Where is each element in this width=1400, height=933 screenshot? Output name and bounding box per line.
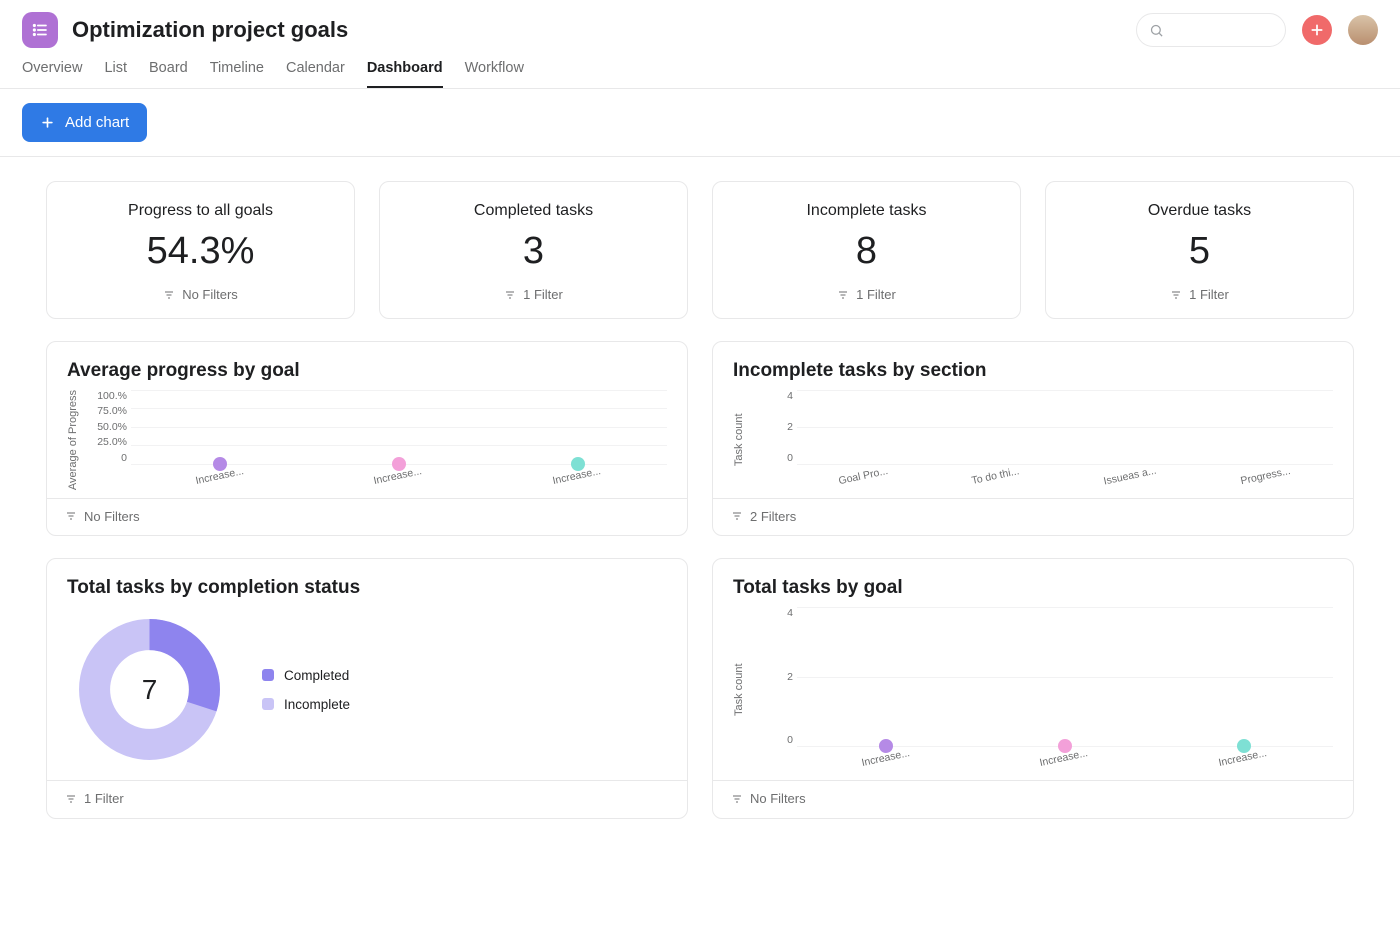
tab-list[interactable]: List — [104, 60, 127, 88]
chart-card-tasks-by-goal[interactable]: Total tasks by goal Task count 420Increa… — [712, 558, 1354, 819]
legend-label: Completed — [284, 668, 349, 683]
chart-legend: Completed Incomplete — [262, 668, 350, 712]
stat-value: 54.3% — [57, 230, 344, 273]
tab-calendar[interactable]: Calendar — [286, 60, 345, 88]
legend-swatch — [262, 698, 274, 710]
x-tick-label: Increase... — [1039, 747, 1091, 777]
tab-overview[interactable]: Overview — [22, 60, 82, 88]
filter-icon — [837, 289, 849, 301]
filter-icon — [731, 793, 743, 805]
project-title: Optimization project goals — [72, 17, 348, 43]
chart-title: Incomplete tasks by section — [713, 342, 1353, 390]
x-tick-label: Issueas a... — [1102, 464, 1159, 495]
stat-title: Incomplete tasks — [723, 202, 1010, 220]
chart-card-avg-progress[interactable]: Average progress by goal Average of Prog… — [46, 341, 688, 537]
dashboard-toolbar: Add chart — [0, 89, 1400, 157]
x-tick-label: Increase... — [1218, 747, 1270, 777]
global-add-button[interactable] — [1302, 15, 1332, 45]
add-chart-button[interactable]: Add chart — [22, 103, 147, 142]
tab-timeline[interactable]: Timeline — [210, 60, 264, 88]
stat-title: Progress to all goals — [57, 202, 344, 220]
y-axis-label: Task count — [733, 390, 745, 490]
search-icon — [1149, 23, 1164, 38]
header: Optimization project goals — [0, 0, 1400, 48]
stat-value: 5 — [1056, 230, 1343, 273]
stat-value: 3 — [390, 230, 677, 273]
filter-icon — [1170, 289, 1182, 301]
chart-title: Total tasks by completion status — [47, 559, 687, 607]
x-tick-label: Increase... — [860, 747, 912, 777]
stat-title: Overdue tasks — [1056, 202, 1343, 220]
filter-icon — [65, 793, 77, 805]
search-input[interactable] — [1136, 13, 1286, 47]
donut-chart: 7 — [77, 617, 222, 762]
x-tick-label: Progress... — [1239, 465, 1293, 495]
x-tick-label: Increase... — [194, 465, 246, 495]
x-tick-label: Goal Pro... — [837, 465, 890, 495]
filter-icon — [163, 289, 175, 301]
chart-filter[interactable]: No Filters — [731, 791, 806, 806]
filter-icon — [65, 510, 77, 522]
y-axis-label: Task count — [733, 607, 745, 772]
stat-card-incomplete[interactable]: Incomplete tasks 8 1 Filter — [712, 181, 1021, 319]
stat-card-completed[interactable]: Completed tasks 3 1 Filter — [379, 181, 688, 319]
dashboard-content: Progress to all goals 54.3% No Filters C… — [0, 157, 1400, 881]
plus-icon — [1309, 22, 1325, 38]
view-tabs: Overview List Board Timeline Calendar Da… — [0, 48, 1400, 89]
user-avatar[interactable] — [1348, 15, 1378, 45]
stat-title: Completed tasks — [390, 202, 677, 220]
chart-title: Total tasks by goal — [713, 559, 1353, 607]
chart-card-completion-status[interactable]: Total tasks by completion status 7 Compl… — [46, 558, 688, 819]
filter-icon — [731, 510, 743, 522]
chart-filter[interactable]: No Filters — [65, 509, 140, 524]
chart-filter[interactable]: 1 Filter — [65, 791, 124, 806]
chart-title: Average progress by goal — [47, 342, 687, 390]
chart-card-incomplete-section[interactable]: Incomplete tasks by section Task count 4… — [712, 341, 1354, 537]
stat-filter[interactable]: 1 Filter — [504, 287, 563, 302]
tab-board[interactable]: Board — [149, 60, 188, 88]
legend-swatch — [262, 669, 274, 681]
plus-icon — [40, 115, 55, 130]
donut-center-value: 7 — [77, 617, 222, 762]
tab-dashboard[interactable]: Dashboard — [367, 60, 443, 88]
stat-filter[interactable]: No Filters — [163, 287, 238, 302]
filter-icon — [504, 289, 516, 301]
x-tick-label: Increase... — [552, 465, 604, 495]
project-icon — [22, 12, 58, 48]
y-axis-label: Average of Progress — [67, 390, 79, 490]
stat-card-overdue[interactable]: Overdue tasks 5 1 Filter — [1045, 181, 1354, 319]
x-tick-label: Increase... — [373, 465, 425, 495]
stat-value: 8 — [723, 230, 1010, 273]
add-chart-label: Add chart — [65, 114, 129, 131]
stat-card-progress[interactable]: Progress to all goals 54.3% No Filters — [46, 181, 355, 319]
stat-filter[interactable]: 1 Filter — [837, 287, 896, 302]
tab-workflow[interactable]: Workflow — [465, 60, 524, 88]
chart-filter[interactable]: 2 Filters — [731, 509, 796, 524]
x-tick-label: To do thi... — [970, 465, 1022, 495]
legend-label: Incomplete — [284, 697, 350, 712]
stat-filter[interactable]: 1 Filter — [1170, 287, 1229, 302]
